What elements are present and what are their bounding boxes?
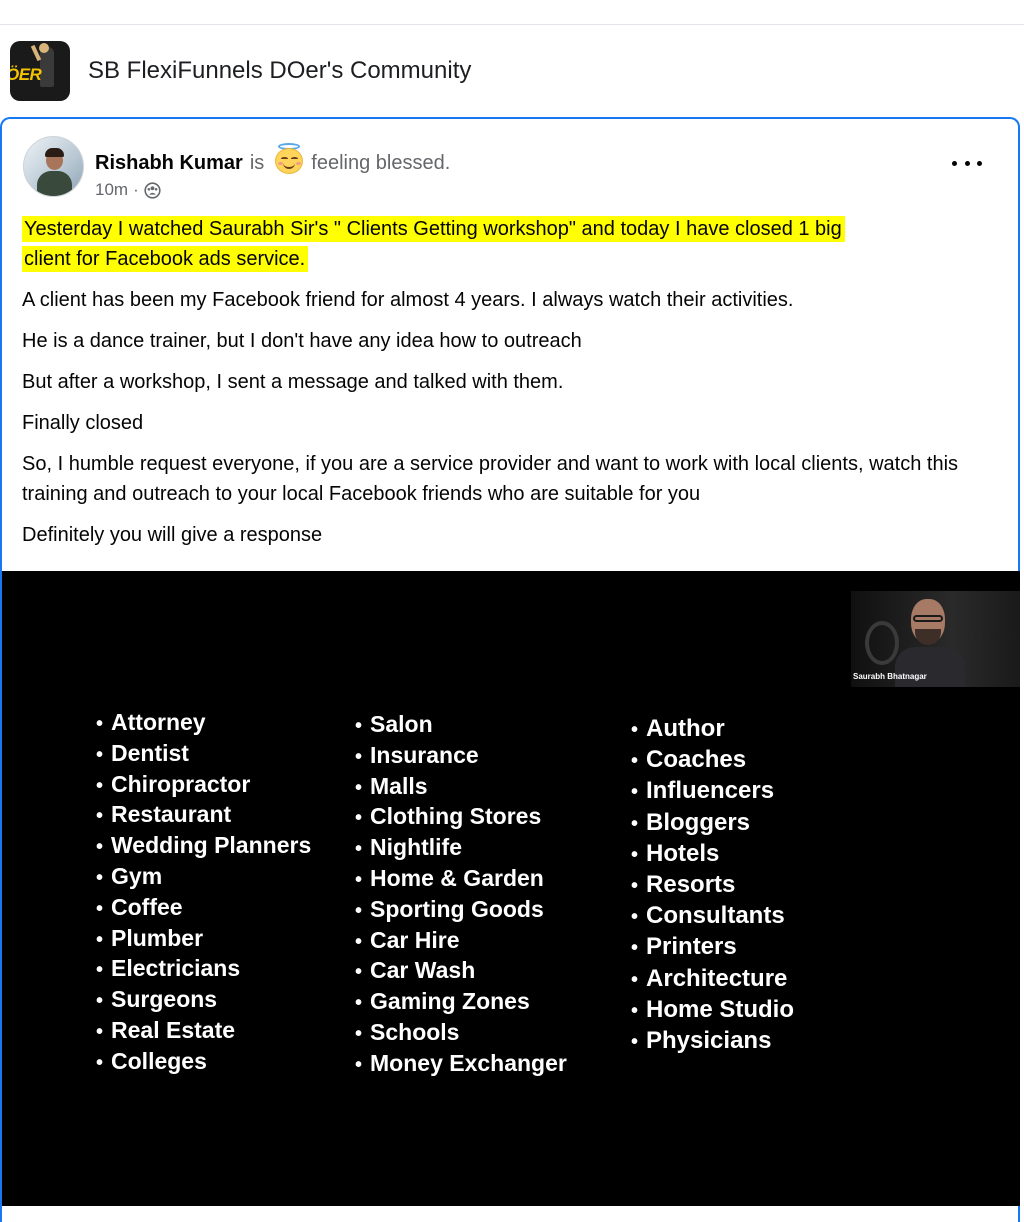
- highlighted-paragraph: Yesterday I watched Saurabh Sir's " Clie…: [22, 214, 1007, 274]
- list-item: Consultants: [631, 901, 794, 932]
- post-paragraph: Finally closed: [22, 412, 144, 434]
- business-list-column-1: Attorney Dentist Chiropractor Restaurant…: [96, 708, 311, 1078]
- group-header: ÖER SB FlexiFunnels DOer's Community: [10, 41, 471, 101]
- list-item: Wedding Planners: [96, 831, 311, 862]
- group-title[interactable]: SB FlexiFunnels DOer's Community: [88, 57, 471, 85]
- list-item: Physicians: [631, 1026, 794, 1057]
- list-item: Home Studio: [631, 995, 794, 1026]
- list-item: Author: [631, 714, 794, 745]
- post-paragraph: So, I humble request everyone, if you ar…: [22, 453, 959, 505]
- feeling-text[interactable]: feeling blessed.: [311, 152, 450, 175]
- list-item: Home & Garden: [355, 864, 567, 895]
- top-divider: [0, 24, 1024, 25]
- avatar-hair: [45, 148, 64, 157]
- author-avatar[interactable]: [23, 136, 84, 197]
- logo-figure-head: [39, 43, 49, 53]
- meta-separator: ·: [133, 180, 139, 199]
- group-members-icon[interactable]: [144, 181, 161, 199]
- list-item: Bloggers: [631, 808, 794, 839]
- more-dot: [952, 160, 957, 166]
- list-item: Hotels: [631, 839, 794, 870]
- list-item: Nightlife: [355, 833, 567, 864]
- list-item: Surgeons: [96, 985, 311, 1016]
- list-item: Printers: [631, 932, 794, 963]
- list-item: Car Hire: [355, 926, 567, 957]
- emoji-right-eye: [291, 157, 299, 160]
- post-paragraph: He is a dance trainer, but I don't have …: [22, 330, 582, 352]
- list-item: Gym: [96, 862, 311, 893]
- list-item: Insurance: [355, 741, 567, 772]
- highlighted-text-line-2: client for Facebook ads service.: [22, 246, 309, 272]
- author-name[interactable]: Rishabh Kumar: [95, 152, 243, 175]
- list-item: Colleges: [96, 1047, 311, 1078]
- list-item: Coffee: [96, 893, 311, 924]
- list-item: Gaming Zones: [355, 987, 567, 1018]
- presenter-camera-tile: Saurabh Bhatnagar: [851, 591, 1020, 687]
- presenter-glasses: [913, 615, 943, 622]
- is-word: is: [249, 151, 265, 174]
- list-item: Money Exchanger: [355, 1049, 567, 1080]
- list-item: Clothing Stores: [355, 802, 567, 833]
- list-item: Sporting Goods: [355, 895, 567, 926]
- highlighted-text-line-1: Yesterday I watched Saurabh Sir's " Clie…: [22, 216, 845, 242]
- list-item: Resorts: [631, 870, 794, 901]
- list-item: Car Wash: [355, 956, 567, 987]
- presenter-name: Saurabh Bhatnagar: [853, 672, 927, 681]
- more-dot: [964, 160, 970, 166]
- post-paragraph: A client has been my Facebook friend for…: [22, 289, 794, 311]
- list-item: Schools: [355, 1018, 567, 1049]
- microphone-icon: [865, 621, 899, 665]
- business-list-column-2: Salon Insurance Malls Clothing Stores Ni…: [355, 710, 567, 1080]
- post-card: Rishabh Kumar is feeling blessed. 10m ·: [0, 117, 1020, 1222]
- list-item: Influencers: [631, 776, 794, 807]
- list-item: Dentist: [96, 739, 311, 770]
- post-body: Yesterday I watched Saurabh Sir's " Clie…: [22, 214, 1007, 561]
- post-header-line: Rishabh Kumar is feeling blessed.: [95, 143, 450, 179]
- list-item: Chiropractor: [96, 770, 311, 801]
- logo-text: ÖER: [10, 65, 42, 84]
- list-item: Plumber: [96, 924, 311, 955]
- post-paragraph: But after a workshop, I sent a message a…: [22, 371, 564, 393]
- list-item: Restaurant: [96, 800, 311, 831]
- smiling-face-with-halo-icon: [273, 143, 305, 175]
- avatar-body: [37, 171, 72, 196]
- post-paragraph: Definitely you will give a response: [22, 524, 323, 546]
- emoji-face: [275, 148, 304, 174]
- list-item: Salon: [355, 710, 567, 741]
- business-list-column-3: Author Coaches Influencers Bloggers Hote…: [631, 714, 794, 1057]
- list-item: Attorney: [96, 708, 311, 739]
- post-media-video[interactable]: Saurabh Bhatnagar Attorney Dentist Chiro…: [2, 571, 1020, 1206]
- group-logo[interactable]: ÖER: [10, 41, 70, 101]
- presenter-body: [895, 647, 965, 687]
- post-timestamp[interactable]: 10m: [95, 180, 128, 200]
- more-options-icon[interactable]: [952, 155, 982, 171]
- list-item: Malls: [355, 772, 567, 803]
- post-meta: 10m ·: [95, 180, 161, 200]
- list-item: Electricians: [96, 954, 311, 985]
- list-item: Real Estate: [96, 1016, 311, 1047]
- list-item: Architecture: [631, 964, 794, 995]
- emoji-left-eye: [281, 157, 289, 160]
- logo-figure: [40, 47, 54, 87]
- more-dot: [977, 160, 982, 166]
- list-item: Coaches: [631, 745, 794, 776]
